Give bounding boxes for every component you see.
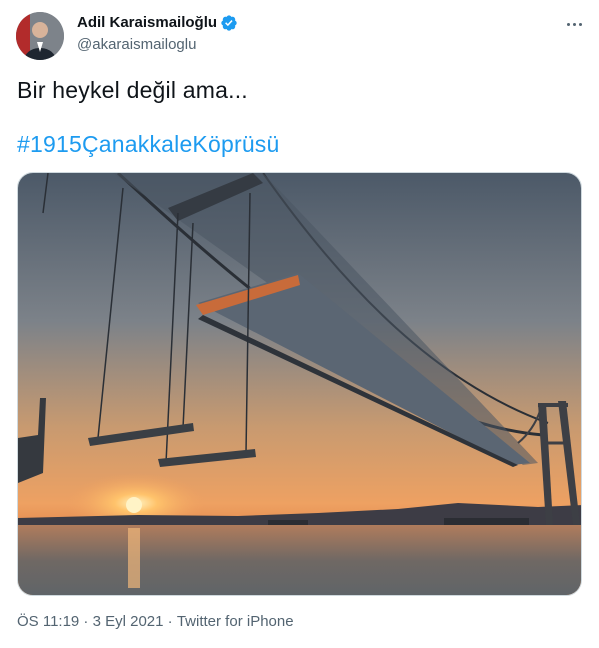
tweet: Adil Karaismailoğlu @akaraismailoglu Bir… [0,0,599,648]
tweet-time[interactable]: ÖS 11:19 [17,612,79,632]
avatar-photo [16,12,64,60]
tweet-photo[interactable] [17,172,582,596]
avatar[interactable] [16,12,64,60]
author-display-name[interactable]: Adil Karaismailoğlu [77,13,217,33]
tweet-text: Bir heykel değil ama... [17,77,248,103]
hashtag-link[interactable]: #1915ÇanakkaleKöprüsü [17,130,280,158]
author-name-row: Adil Karaismailoğlu [77,13,238,33]
tweet-date[interactable]: 3 Eyl 2021 [93,612,164,632]
tweet-meta: ÖS 11:19 · 3 Eyl 2021 · Twitter for iPho… [17,612,294,632]
more-options-icon[interactable] [560,14,588,34]
author-handle[interactable]: @akaraismailoglu [77,35,196,55]
meta-separator: · [79,613,93,630]
tweet-source[interactable]: Twitter for iPhone [177,612,294,632]
meta-separator: · [163,613,177,630]
verified-badge-icon [220,14,238,32]
bridge-sunset-photo [18,173,581,595]
